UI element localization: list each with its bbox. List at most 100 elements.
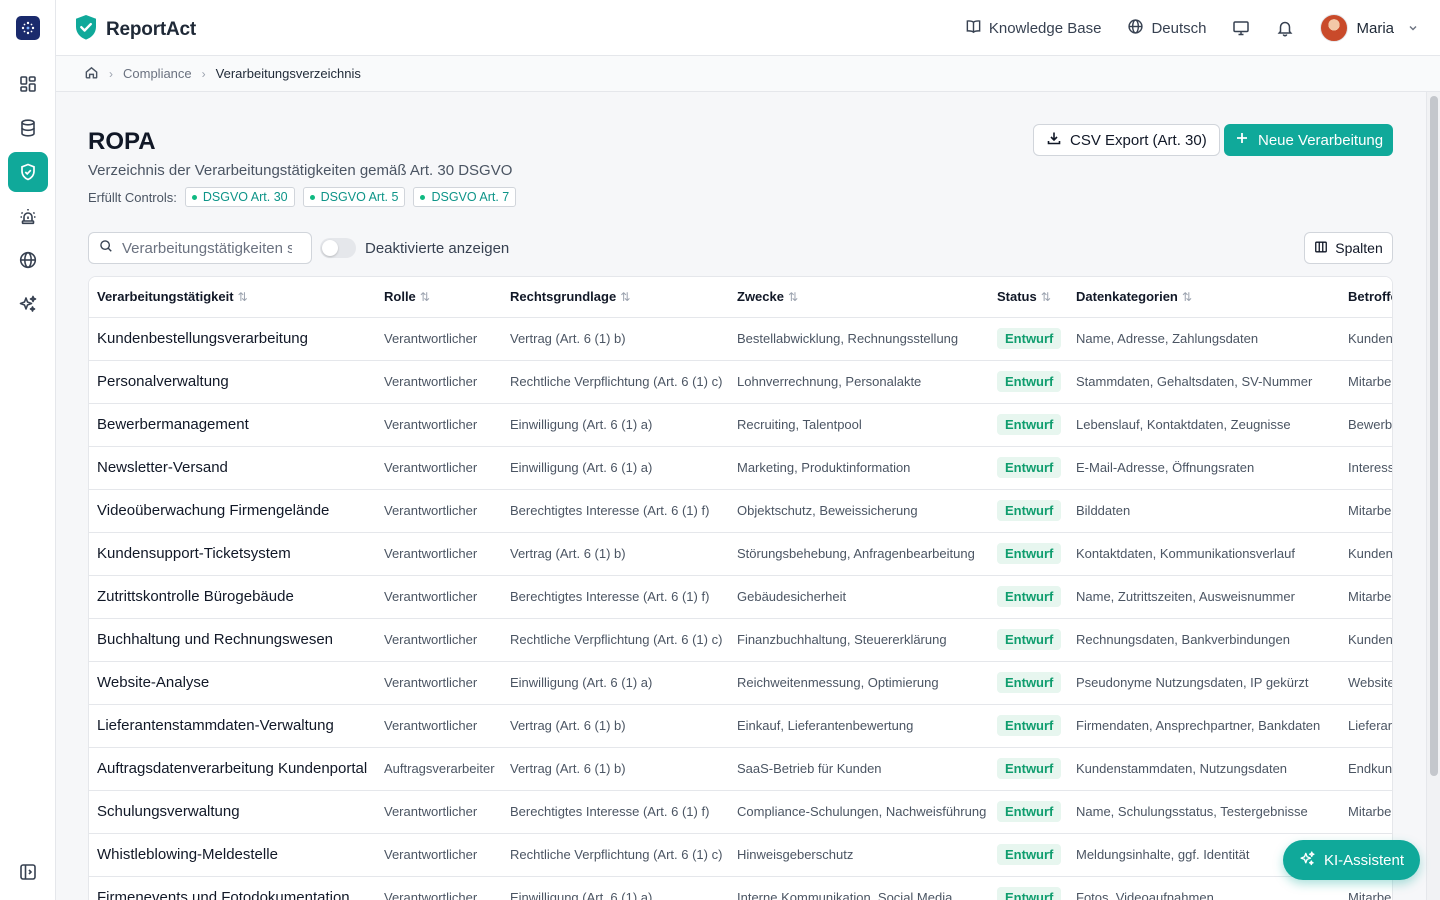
show-deactivated-toggle[interactable] (320, 238, 356, 258)
control-chip[interactable]: DSGVO Art. 30 (184, 187, 295, 207)
cell-processing-activity[interactable]: Whistleblowing-Meldestelle (89, 833, 376, 877)
brand[interactable]: ReportAct (74, 14, 196, 46)
table-row[interactable]: Auftragsdatenverarbeitung Kundenportal Au… (89, 747, 1392, 791)
language-selector[interactable]: Deutsch (1127, 18, 1206, 39)
cell-processing-activity[interactable]: Newsletter-Versand (89, 446, 376, 490)
knowledge-base-link[interactable]: Knowledge Base (965, 18, 1101, 39)
table-row[interactable]: Newsletter-Versand Verantwortlicher Einwil… (89, 446, 1392, 490)
column-header-legal-basis[interactable]: Rechtsgrundlage ⇅ (502, 277, 729, 318)
column-header-label: Zwecke (737, 289, 784, 305)
page-title: ROPA (88, 128, 156, 155)
home-icon[interactable] (84, 65, 99, 83)
cell-legal-basis: Rechtliche Verpflichtung (Art. 6 (1) c) (502, 618, 729, 662)
cell-status: Entwurf (989, 575, 1068, 619)
control-chip[interactable]: DSGVO Art. 7 (413, 187, 517, 207)
breadcrumb-compliance[interactable]: Compliance (123, 66, 192, 81)
ai-assistant-button[interactable]: KI-Assistent (1283, 840, 1420, 880)
cell-purposes: Marketing, Produktinformation (729, 446, 989, 490)
cell-processing-activity[interactable]: Zutrittskontrolle Bürogebäude (89, 575, 376, 619)
cell-processing-activity[interactable]: Personalverwaltung (89, 360, 376, 404)
sparkles-icon[interactable] (8, 284, 48, 324)
column-header-role[interactable]: Rolle ⇅ (376, 277, 502, 318)
monitor-icon[interactable] (1232, 19, 1250, 37)
column-header-status[interactable]: Status ⇅ (989, 277, 1068, 318)
table-row[interactable]: Whistleblowing-Meldestelle Verantwortlich… (89, 833, 1392, 877)
control-chip[interactable]: DSGVO Art. 5 (302, 187, 406, 207)
new-processing-button[interactable]: Neue Verarbeitung (1224, 124, 1394, 156)
table-row[interactable]: Videoüberwachung Firmengelände Verantwort… (89, 489, 1392, 533)
workspace-logo-icon[interactable] (16, 16, 40, 40)
table-row[interactable]: Zutrittskontrolle Bürogebäude Verantwortl… (89, 575, 1392, 619)
bell-icon[interactable] (1276, 19, 1294, 37)
cell-data-subjects: Mitarbe (1340, 790, 1392, 834)
dashboard-icon[interactable] (8, 64, 48, 104)
cell-purposes: Reichweitenmessung, Optimierung (729, 661, 989, 705)
cell-role: Verantwortlicher (376, 317, 502, 361)
cell-data-categories: Rechnungsdaten, Bankverbindungen (1068, 618, 1340, 662)
cell-role: Verantwortlicher (376, 489, 502, 533)
cell-purposes: Lohnverrechnung, Personalakte (729, 360, 989, 404)
table-row[interactable]: Firmenevents und Fotodokumentation Verant… (89, 876, 1392, 900)
cell-purposes: Gebäudesicherheit (729, 575, 989, 619)
sort-icon[interactable]: ⇅ (788, 290, 798, 304)
status-badge: Entwurf (997, 543, 1062, 564)
status-badge: Entwurf (997, 715, 1062, 736)
search-input[interactable] (122, 239, 292, 257)
status-badge: Entwurf (997, 586, 1062, 607)
scrollbar[interactable] (1426, 92, 1440, 900)
cell-processing-activity[interactable]: Auftragsdatenverarbeitung Kundenportal (89, 747, 376, 791)
cell-processing-activity[interactable]: Bewerbermanagement (89, 403, 376, 447)
cell-processing-activity[interactable]: Kundenbestellungsverarbeitung (89, 317, 376, 361)
status-badge: Entwurf (997, 328, 1062, 349)
cell-status: Entwurf (989, 403, 1068, 447)
table-row[interactable]: Buchhaltung und Rechnungswesen Verantwort… (89, 618, 1392, 662)
siren-icon[interactable] (8, 196, 48, 236)
table-row[interactable]: Kundensupport-Ticketsystem Verantwortlich… (89, 532, 1392, 576)
globe-icon[interactable] (8, 240, 48, 280)
cell-processing-activity[interactable]: Schulungsverwaltung (89, 790, 376, 834)
cell-status: Entwurf (989, 747, 1068, 791)
cell-processing-activity[interactable]: Website-Analyse (89, 661, 376, 705)
sort-icon[interactable]: ⇅ (1041, 290, 1051, 304)
cell-data-categories: Name, Schulungsstatus, Testergebnisse (1068, 790, 1340, 834)
table-row[interactable]: Bewerbermanagement Verantwortlicher Einwil… (89, 403, 1392, 447)
database-icon[interactable] (8, 108, 48, 148)
table-row[interactable]: Kundenbestellungsverarbeitung Verantwortl… (89, 317, 1392, 361)
column-header-data-categories[interactable]: Datenkategorien ⇅ (1068, 277, 1340, 318)
user-name: Maria (1356, 19, 1394, 37)
cell-status: Entwurf (989, 876, 1068, 900)
sort-icon[interactable]: ⇅ (420, 290, 430, 304)
cell-processing-activity[interactable]: Firmenevents und Fotodokumentation (89, 876, 376, 900)
cell-processing-activity[interactable]: Lieferantenstammdaten-Verwaltung (89, 704, 376, 748)
table-row[interactable]: Personalverwaltung Verantwortlicher Rechtl… (89, 360, 1392, 404)
sort-icon[interactable]: ⇅ (620, 290, 630, 304)
sort-icon[interactable]: ⇅ (238, 290, 248, 304)
cell-data-categories: Kontaktdaten, Kommunikationsverlauf (1068, 532, 1340, 576)
columns-button[interactable]: Spalten (1304, 232, 1393, 264)
cell-legal-basis: Einwilligung (Art. 6 (1) a) (502, 403, 729, 447)
cell-processing-activity[interactable]: Kundensupport-Ticketsystem (89, 532, 376, 576)
cell-data-subjects: Kunden (1340, 317, 1392, 361)
collapse-sidebar-icon[interactable] (8, 852, 48, 892)
scrollbar-thumb[interactable] (1430, 96, 1438, 776)
sort-icon[interactable]: ⇅ (1182, 290, 1192, 304)
table-row[interactable]: Website-Analyse Verantwortlicher Einwillig… (89, 661, 1392, 705)
csv-export-button[interactable]: CSV Export (Art. 30) (1033, 124, 1220, 156)
column-header-purposes[interactable]: Zwecke ⇅ (729, 277, 989, 318)
cell-status: Entwurf (989, 489, 1068, 533)
show-deactivated-label: Deaktivierte anzeigen (365, 239, 510, 257)
cell-processing-activity[interactable]: Buchhaltung und Rechnungswesen (89, 618, 376, 662)
user-menu[interactable]: Maria (1320, 14, 1418, 42)
column-header-processing-activity[interactable]: Verarbeitungstätigkeit ⇅ (89, 277, 376, 318)
table-row[interactable]: Lieferantenstammdaten-Verwaltung Verantwo… (89, 704, 1392, 748)
shield-check-icon[interactable] (8, 152, 48, 192)
cell-processing-activity[interactable]: Videoüberwachung Firmengelände (89, 489, 376, 533)
cell-role: Verantwortlicher (376, 661, 502, 705)
cell-purposes: SaaS-Betrieb für Kunden (729, 747, 989, 791)
column-header-data-subjects[interactable]: Betroffe (1340, 277, 1392, 318)
search-box[interactable] (88, 232, 312, 264)
status-badge: Entwurf (997, 801, 1062, 822)
globe-icon (1127, 18, 1144, 39)
app-name: ReportAct (106, 19, 197, 40)
table-row[interactable]: Schulungsverwaltung Verantwortlicher Berec… (89, 790, 1392, 834)
